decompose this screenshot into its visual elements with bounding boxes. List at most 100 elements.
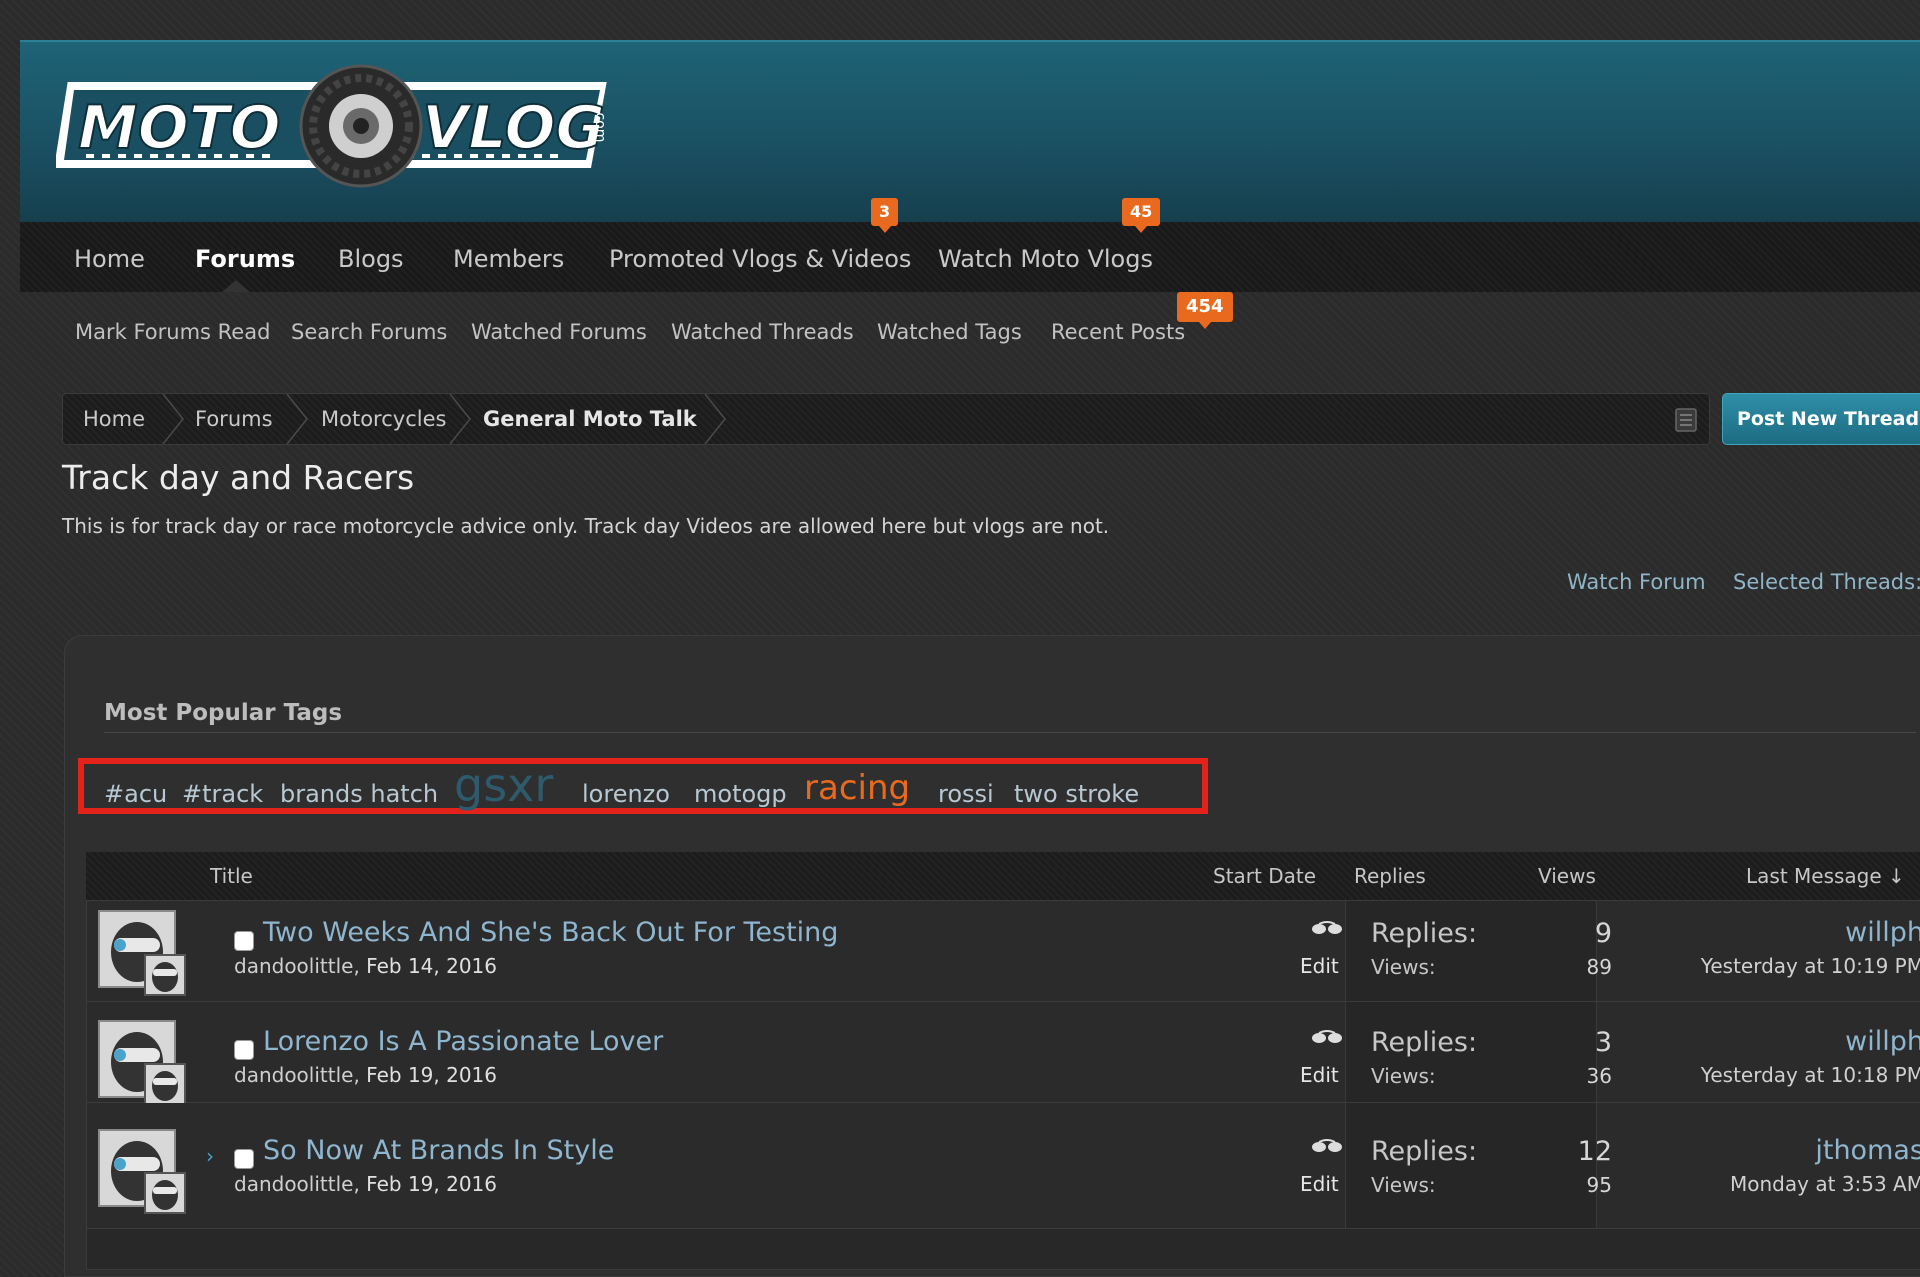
tag-gsxr[interactable]: gsxr bbox=[454, 758, 553, 812]
meta-separator: , bbox=[353, 1172, 360, 1196]
jump-menu-icon[interactable] bbox=[1675, 408, 1697, 432]
column-replies[interactable]: Replies bbox=[1354, 852, 1426, 900]
last-poster-avatar[interactable] bbox=[144, 1063, 186, 1105]
last-message-time[interactable]: Yesterday at 10:19 PM bbox=[1624, 954, 1920, 978]
active-tab-pointer bbox=[222, 280, 250, 292]
last-poster-link[interactable]: jthomas bbox=[1660, 1135, 1920, 1166]
nav-tab-blogs[interactable]: Blogs bbox=[338, 222, 404, 292]
thread-stats-cell bbox=[1345, 901, 1597, 1001]
tag-brands-hatch[interactable]: brands hatch bbox=[280, 780, 438, 808]
tag-acu[interactable]: #acu bbox=[104, 780, 167, 808]
thread-select-checkbox[interactable] bbox=[234, 931, 254, 951]
column-start-date[interactable]: Start Date bbox=[1213, 852, 1316, 900]
nav-tab-promoted-vlogs[interactable]: Promoted Vlogs & Videos bbox=[609, 222, 911, 292]
thread-select-checkbox[interactable] bbox=[234, 1149, 254, 1169]
breadcrumb-motorcycles[interactable]: Motorcycles bbox=[321, 394, 446, 444]
thread-author-link[interactable]: dandoolittle bbox=[234, 1172, 353, 1196]
logo-text-suffix: .com bbox=[592, 108, 608, 142]
thread-edit-link[interactable]: Edit bbox=[1300, 954, 1339, 978]
post-new-thread-button[interactable]: Post New Thread bbox=[1722, 393, 1920, 445]
recent-posts-badge: 454 bbox=[1177, 292, 1233, 329]
subnav-watched-threads[interactable]: Watched Threads bbox=[671, 292, 854, 372]
subnav-recent-posts[interactable]: Recent Posts bbox=[1051, 292, 1185, 372]
logo-text-right: VLOG bbox=[422, 93, 605, 163]
tag-rossi[interactable]: rossi bbox=[938, 780, 994, 808]
thread-start-date: Feb 19, 2016 bbox=[366, 1063, 498, 1087]
helmet-avatar-icon bbox=[152, 1071, 178, 1101]
site-header: MOTO VLOG .com bbox=[20, 40, 1920, 224]
promoted-vlogs-badge: 3 bbox=[871, 198, 899, 233]
thread-start-date: Feb 14, 2016 bbox=[366, 954, 498, 978]
subnav-mark-forums-read[interactable]: Mark Forums Read bbox=[75, 292, 270, 372]
main-nav: Home Forums Blogs Members Promoted Vlogs… bbox=[20, 222, 1920, 292]
views-label: Views: bbox=[1371, 955, 1436, 979]
last-message-time[interactable]: Monday at 3:53 AM bbox=[1624, 1172, 1920, 1196]
site-logo[interactable]: MOTO VLOG .com bbox=[53, 64, 616, 198]
thread-author-link[interactable]: dandoolittle bbox=[234, 1063, 353, 1087]
column-last-message[interactable]: Last Message ↓ bbox=[1746, 852, 1905, 900]
views-label: Views: bbox=[1371, 1064, 1436, 1088]
views-count: 36 bbox=[1586, 1064, 1612, 1088]
thread-select-checkbox[interactable] bbox=[234, 1040, 254, 1060]
forum-description: This is for track day or race motorcycle… bbox=[62, 514, 1110, 538]
breadcrumb-general-moto-talk[interactable]: General Moto Talk bbox=[483, 394, 697, 444]
thread-edit-link[interactable]: Edit bbox=[1300, 1172, 1339, 1196]
helmet-avatar-icon bbox=[152, 1180, 178, 1210]
nav-tab-watch-moto-vlogs[interactable]: Watch Moto Vlogs bbox=[938, 222, 1153, 292]
tag-two-stroke[interactable]: two stroke bbox=[1014, 780, 1139, 808]
selected-threads-link[interactable]: Selected Threads: bbox=[1733, 570, 1920, 594]
thread-meta: dandoolittle, Feb 19, 2016 bbox=[234, 1172, 497, 1196]
last-message-time[interactable]: Yesterday at 10:18 PM bbox=[1624, 1063, 1920, 1087]
watch-forum-link[interactable]: Watch Forum bbox=[1567, 570, 1706, 594]
thread-edit-link[interactable]: Edit bbox=[1300, 1063, 1339, 1087]
replies-label: Replies: bbox=[1371, 1136, 1478, 1167]
column-views[interactable]: Views bbox=[1538, 852, 1596, 900]
expand-chevron-icon[interactable]: › bbox=[206, 1144, 214, 1168]
thread-meta: dandoolittle, Feb 19, 2016 bbox=[234, 1063, 497, 1087]
last-poster-link[interactable]: willph bbox=[1660, 1026, 1920, 1057]
views-count: 95 bbox=[1586, 1173, 1612, 1197]
preview-glasses-icon[interactable] bbox=[1310, 920, 1344, 936]
thread-row bbox=[87, 1103, 1920, 1229]
nav-tab-members[interactable]: Members bbox=[453, 222, 564, 292]
meta-separator: , bbox=[353, 1063, 360, 1087]
last-poster-link[interactable]: willph bbox=[1660, 917, 1920, 948]
subnav-watched-tags[interactable]: Watched Tags bbox=[877, 292, 1022, 372]
logo-graphic: MOTO VLOG .com bbox=[53, 64, 608, 188]
replies-label: Replies: bbox=[1371, 918, 1478, 949]
breadcrumb-forums[interactable]: Forums bbox=[195, 394, 273, 444]
page: MOTO VLOG .com Home Forums Blogs Members… bbox=[20, 40, 1920, 1277]
tags-divider bbox=[104, 732, 1916, 733]
tag-racing[interactable]: racing bbox=[804, 768, 910, 808]
tag-motogp[interactable]: motogp bbox=[694, 780, 787, 808]
nav-tab-home[interactable]: Home bbox=[74, 222, 145, 292]
watch-moto-vlogs-badge: 45 bbox=[1122, 198, 1161, 233]
meta-separator: , bbox=[353, 954, 360, 978]
preview-glasses-icon[interactable] bbox=[1310, 1138, 1344, 1154]
thread-meta: dandoolittle, Feb 14, 2016 bbox=[234, 954, 497, 978]
subnav-search-forums[interactable]: Search Forums bbox=[291, 292, 447, 372]
thread-title-link[interactable]: Lorenzo Is A Passionate Lover bbox=[263, 1026, 663, 1057]
column-title[interactable]: Title bbox=[210, 852, 253, 900]
breadcrumb-chevron-icon bbox=[704, 394, 726, 444]
breadcrumb-chevron-icon bbox=[162, 394, 184, 444]
tag-lorenzo[interactable]: lorenzo bbox=[582, 780, 670, 808]
last-poster-avatar[interactable] bbox=[144, 1172, 186, 1214]
last-poster-avatar[interactable] bbox=[144, 954, 186, 996]
thread-title-link[interactable]: Two Weeks And She's Back Out For Testing bbox=[263, 917, 838, 948]
breadcrumb-chevron-icon bbox=[286, 394, 308, 444]
replies-label: Replies: bbox=[1371, 1027, 1478, 1058]
subnav-watched-forums[interactable]: Watched Forums bbox=[471, 292, 647, 372]
tire-icon bbox=[299, 64, 423, 188]
helmet-avatar-icon bbox=[152, 962, 178, 992]
replies-count: 3 bbox=[1594, 1027, 1612, 1058]
views-label: Views: bbox=[1371, 1173, 1436, 1197]
breadcrumb-home[interactable]: Home bbox=[83, 394, 145, 444]
tag-track[interactable]: #track bbox=[182, 780, 263, 808]
preview-glasses-icon[interactable] bbox=[1310, 1029, 1344, 1045]
thread-author-link[interactable]: dandoolittle bbox=[234, 954, 353, 978]
thread-title-link[interactable]: So Now At Brands In Style bbox=[263, 1135, 614, 1166]
forum-title: Track day and Racers bbox=[62, 458, 415, 497]
sub-nav: Mark Forums Read Search Forums Watched F… bbox=[20, 292, 1920, 364]
thread-start-date: Feb 19, 2016 bbox=[366, 1172, 498, 1196]
